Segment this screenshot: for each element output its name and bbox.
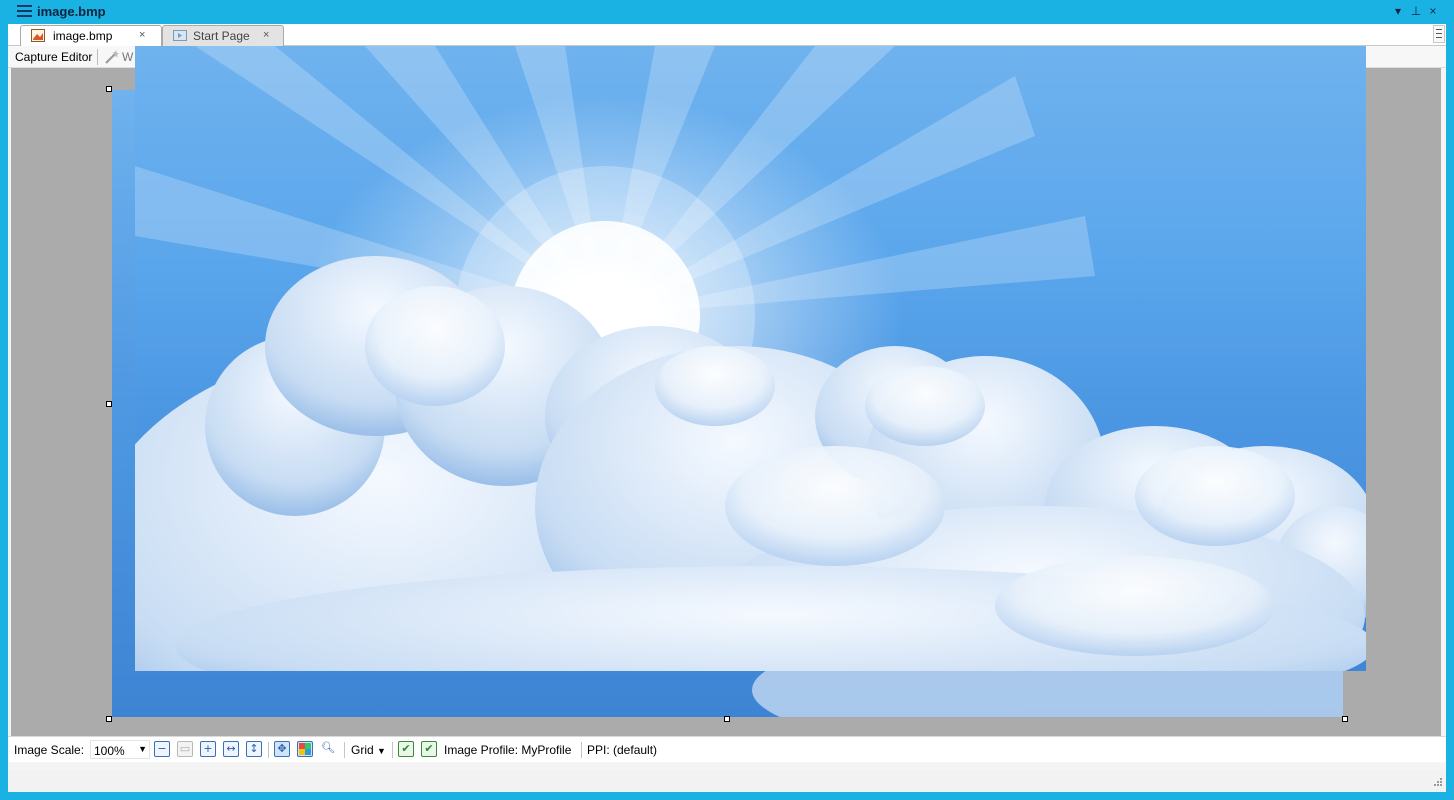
close-window-button[interactable]: × xyxy=(1425,3,1441,19)
tab-close-icon[interactable]: × xyxy=(263,29,269,41)
move-tool-icon[interactable]: ✥ xyxy=(274,741,290,757)
ppi-text[interactable]: PPI: (default) xyxy=(587,743,657,757)
resize-handle-bottom-center[interactable] xyxy=(724,716,730,722)
bottom-panel-strip xyxy=(8,770,1446,792)
bitmap-file-icon xyxy=(31,29,45,42)
actual-size-icon[interactable]: ▭ xyxy=(177,741,193,757)
status-separator xyxy=(581,742,582,758)
chevron-down-icon: ▼ xyxy=(138,744,147,754)
main-window: image.bmp ▾ ⊥ × image.bmp × Start Page ×… xyxy=(0,0,1454,800)
hamburger-menu-icon[interactable] xyxy=(17,5,32,19)
grid-dropdown[interactable]: Grid ▼ xyxy=(351,743,386,757)
window-dropdown-button[interactable]: ▾ xyxy=(1390,3,1406,19)
color-squares xyxy=(299,743,311,755)
image-scale-select[interactable]: 100% ▼ xyxy=(90,740,150,759)
editor-status-bar: Image Scale: 100% ▼ − ▭ + ↔ ↕ ✥ 🔍︎ Grid … xyxy=(8,736,1446,762)
tab-start-page[interactable]: Start Page × xyxy=(162,25,284,46)
zoom-in-icon[interactable]: + xyxy=(200,741,216,757)
zoom-out-icon[interactable]: − xyxy=(154,741,170,757)
toolbar-separator xyxy=(97,49,98,65)
tab-image-bmp[interactable]: image.bmp × xyxy=(20,25,162,46)
image-scale-label: Image Scale: xyxy=(14,743,85,757)
fit-height-icon[interactable]: ↕ xyxy=(246,741,262,757)
image-scale-value: 100% xyxy=(94,744,125,758)
checklist-icon[interactable]: ✔ xyxy=(398,741,414,757)
status-separator xyxy=(392,742,393,758)
resize-grip-icon[interactable] xyxy=(1432,776,1442,786)
capture-editor-label: Capture Editor xyxy=(15,50,93,64)
title-bar: image.bmp ▾ ⊥ × xyxy=(0,0,1454,24)
checklist-edit-icon[interactable]: ✔ xyxy=(421,741,437,757)
tab-list-button[interactable] xyxy=(1433,25,1445,43)
status-separator xyxy=(268,742,269,758)
magic-wand-icon[interactable] xyxy=(104,49,120,65)
status-separator xyxy=(344,742,345,758)
pin-button[interactable]: ⊥ xyxy=(1408,3,1424,19)
magnifier-icon[interactable]: 🔍︎ xyxy=(320,741,336,757)
tab-label: Start Page xyxy=(193,29,250,43)
resize-handle-bottom-right[interactable] xyxy=(1342,716,1348,722)
chevron-down-icon: ▼ xyxy=(377,746,386,756)
window-title: image.bmp xyxy=(37,4,106,19)
start-page-icon xyxy=(173,30,187,41)
sunburst-clouds-graphic xyxy=(135,46,1366,671)
resize-handle-top-left[interactable] xyxy=(106,86,112,92)
color-grid-icon[interactable] xyxy=(297,741,313,757)
document-tab-strip: image.bmp × Start Page × xyxy=(8,24,1446,46)
resize-handle-middle-left[interactable] xyxy=(106,401,112,407)
resize-handle-bottom-left[interactable] xyxy=(106,716,112,722)
fit-width-icon[interactable]: ↔ xyxy=(223,741,239,757)
tab-close-icon[interactable]: × xyxy=(139,29,145,41)
image-layer-pasted[interactable] xyxy=(135,46,1366,671)
truncated-command-label[interactable]: W xyxy=(122,50,133,64)
tab-label: image.bmp xyxy=(53,29,113,43)
grid-label: Grid xyxy=(351,743,374,757)
image-profile-text[interactable]: Image Profile: MyProfile xyxy=(444,743,571,757)
